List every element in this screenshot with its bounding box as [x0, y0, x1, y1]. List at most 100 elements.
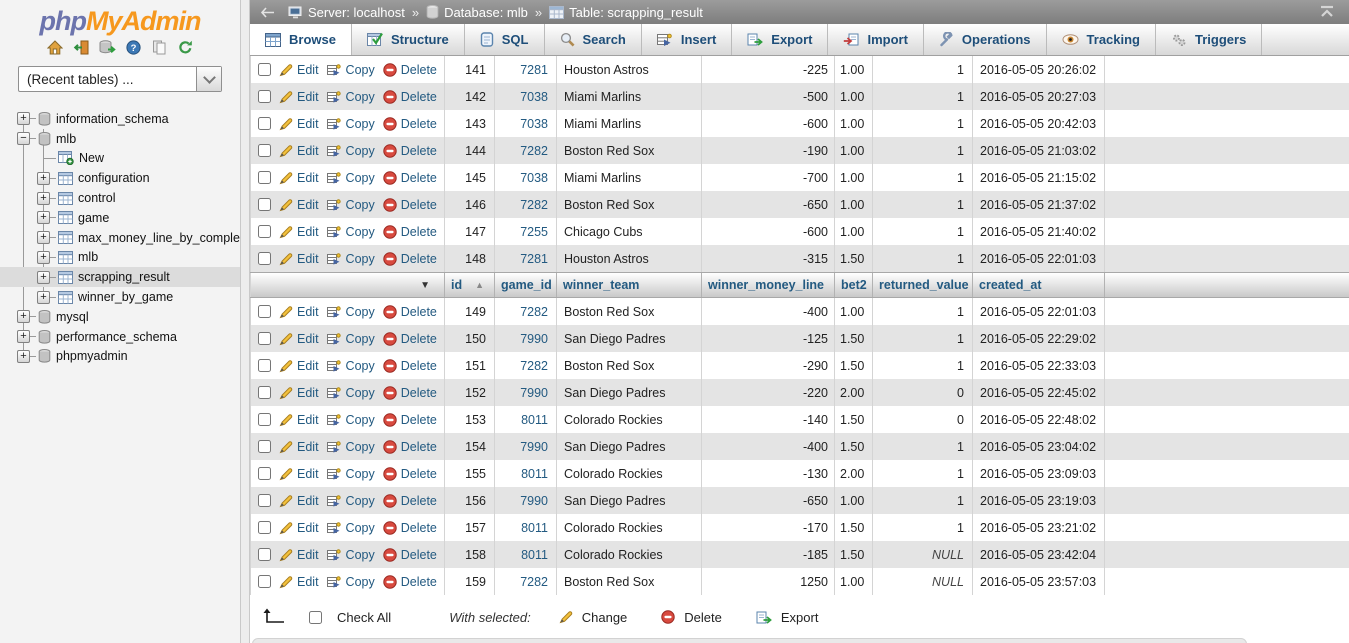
edit-link[interactable]: Edit: [279, 252, 319, 266]
delete-link[interactable]: Delete: [383, 548, 437, 562]
row-checkbox[interactable]: [258, 63, 271, 76]
row-checkbox[interactable]: [258, 359, 271, 372]
check-all-checkbox[interactable]: [309, 610, 322, 624]
expand-toggle-icon[interactable]: +: [37, 211, 50, 225]
expand-toggle-icon[interactable]: +: [37, 270, 50, 284]
tree-item-configuration[interactable]: + configuration: [0, 168, 240, 188]
game-id-link[interactable]: 7990: [520, 440, 548, 454]
edit-link[interactable]: Edit: [279, 117, 319, 131]
delete-link[interactable]: Delete: [383, 171, 437, 185]
reload-icon[interactable]: [176, 39, 194, 56]
edit-link[interactable]: Edit: [279, 90, 319, 104]
copy-link[interactable]: Copy: [326, 548, 375, 562]
expand-toggle-icon[interactable]: +: [17, 112, 30, 126]
panel-divider[interactable]: [240, 0, 250, 643]
breadcrumb-table[interactable]: Table: scrapping_result: [549, 5, 703, 20]
edit-link[interactable]: Edit: [279, 440, 319, 454]
copy-link[interactable]: Copy: [326, 521, 375, 535]
edit-link[interactable]: Edit: [279, 413, 319, 427]
tree-item-performance-schema[interactable]: + performance_schema: [0, 327, 240, 347]
query-window-icon[interactable]: [98, 39, 116, 56]
game-id-link[interactable]: 7990: [520, 332, 548, 346]
copy-link[interactable]: Copy: [326, 117, 375, 131]
delete-link[interactable]: Delete: [383, 90, 437, 104]
expand-toggle-icon[interactable]: +: [17, 310, 30, 324]
column-header-game_id[interactable]: game_id: [501, 278, 552, 292]
docs-icon[interactable]: [150, 39, 168, 56]
tree-item-scrapping-result[interactable]: + scrapping_result: [0, 267, 240, 288]
edit-link[interactable]: Edit: [279, 305, 319, 319]
copy-link[interactable]: Copy: [326, 440, 375, 454]
copy-link[interactable]: Copy: [326, 225, 375, 239]
game-id-link[interactable]: 7281: [520, 63, 548, 77]
tab-sql[interactable]: SQL: [465, 24, 545, 55]
edit-link[interactable]: Edit: [279, 144, 319, 158]
delete-link[interactable]: Delete: [383, 198, 437, 212]
row-checkbox[interactable]: [258, 521, 271, 534]
copy-link[interactable]: Copy: [326, 494, 375, 508]
edit-link[interactable]: Edit: [279, 359, 319, 373]
tree-item-new[interactable]: New: [0, 149, 240, 169]
game-id-link[interactable]: 8011: [521, 413, 548, 427]
row-checkbox[interactable]: [258, 90, 271, 103]
delete-link[interactable]: Delete: [383, 252, 437, 266]
game-id-link[interactable]: 7038: [520, 117, 548, 131]
row-checkbox[interactable]: [258, 548, 271, 561]
edit-link[interactable]: Edit: [279, 386, 319, 400]
expand-toggle-icon[interactable]: +: [17, 349, 30, 363]
tree-item-winner-by-game[interactable]: + winner_by_game: [0, 287, 240, 307]
column-header-returned_value[interactable]: returned_value: [879, 278, 969, 292]
expand-toggle-icon[interactable]: +: [37, 290, 50, 304]
row-checkbox[interactable]: [258, 467, 271, 480]
delete-link[interactable]: Delete: [383, 117, 437, 131]
row-checkbox[interactable]: [258, 171, 271, 184]
row-checkbox[interactable]: [258, 144, 271, 157]
tab-insert[interactable]: Insert: [642, 24, 733, 55]
delete-link[interactable]: Delete: [383, 305, 437, 319]
back-arrow-icon[interactable]: [260, 6, 275, 18]
copy-link[interactable]: Copy: [326, 198, 375, 212]
delete-link[interactable]: Delete: [383, 144, 437, 158]
delete-link[interactable]: Delete: [383, 63, 437, 77]
help-icon[interactable]: ?: [124, 39, 142, 56]
copy-link[interactable]: Copy: [326, 359, 375, 373]
column-header-created_at[interactable]: created_at: [979, 278, 1042, 292]
home-icon[interactable]: [46, 39, 64, 56]
column-header-bet2[interactable]: bet2: [841, 278, 867, 292]
row-checkbox[interactable]: [258, 413, 271, 426]
edit-link[interactable]: Edit: [279, 467, 319, 481]
game-id-link[interactable]: 7282: [520, 575, 548, 589]
breadcrumb-database[interactable]: Database: mlb: [426, 5, 528, 20]
game-id-link[interactable]: 7282: [520, 144, 548, 158]
delete-link[interactable]: Delete: [383, 575, 437, 589]
export-button[interactable]: Export: [756, 610, 818, 625]
row-checkbox[interactable]: [258, 252, 271, 265]
copy-link[interactable]: Copy: [326, 332, 375, 346]
game-id-link[interactable]: 7990: [520, 494, 548, 508]
delete-link[interactable]: Delete: [383, 494, 437, 508]
expand-toggle-icon[interactable]: +: [37, 250, 50, 264]
row-checkbox[interactable]: [258, 575, 271, 588]
row-checkbox[interactable]: [258, 440, 271, 453]
tab-export[interactable]: Export: [732, 24, 829, 55]
game-id-link[interactable]: 7038: [520, 90, 548, 104]
row-checkbox[interactable]: [258, 386, 271, 399]
tree-item-game[interactable]: + game: [0, 208, 240, 228]
copy-link[interactable]: Copy: [326, 90, 375, 104]
copy-link[interactable]: Copy: [326, 575, 375, 589]
tree-item-phpmyadmin[interactable]: + phpmyadmin: [0, 347, 240, 367]
edit-link[interactable]: Edit: [279, 332, 319, 346]
delete-link[interactable]: Delete: [383, 467, 437, 481]
game-id-link[interactable]: 8011: [521, 521, 548, 535]
expand-toggle-icon[interactable]: +: [37, 191, 50, 205]
row-checkbox[interactable]: [258, 225, 271, 238]
game-id-link[interactable]: 7282: [520, 198, 548, 212]
delete-link[interactable]: Delete: [383, 386, 437, 400]
edit-link[interactable]: Edit: [279, 548, 319, 562]
expand-toggle-icon[interactable]: +: [37, 231, 50, 245]
phpmyadmin-logo[interactable]: phpMyAdmin: [0, 0, 240, 36]
tab-search[interactable]: Search: [545, 24, 642, 55]
game-id-link[interactable]: 7038: [520, 171, 548, 185]
game-id-link[interactable]: 8011: [521, 548, 548, 562]
edit-link[interactable]: Edit: [279, 225, 319, 239]
